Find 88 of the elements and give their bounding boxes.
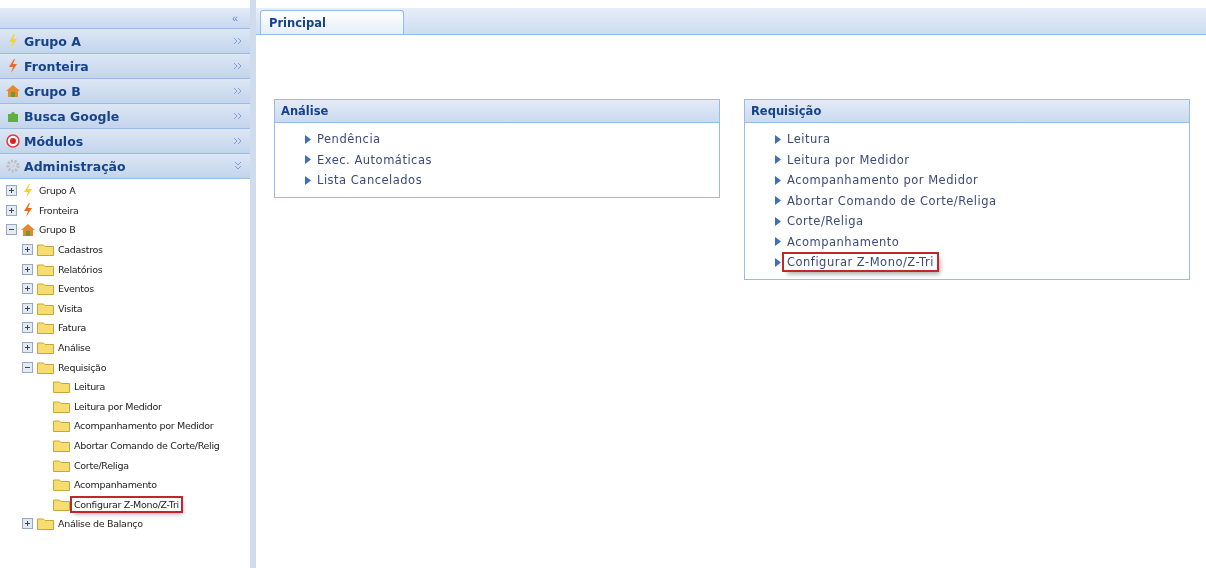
menu-link[interactable]: Pendência [314, 131, 384, 148]
lightning-icon [6, 59, 20, 73]
menu-link[interactable]: Leitura por Medidor [784, 151, 913, 168]
accordion-header[interactable]: Administração [0, 154, 250, 179]
expand-toggle-icon[interactable] [6, 185, 17, 197]
menu-link[interactable]: Exec. Automáticas [314, 151, 435, 168]
accordion-header[interactable]: Grupo A [0, 29, 250, 54]
house-icon [21, 223, 35, 237]
section-title: Fronteira [24, 58, 90, 74]
tree-item[interactable]: Análise [56, 341, 93, 355]
accordion-header[interactable]: Grupo B [0, 79, 250, 104]
expand-toggle-icon[interactable] [6, 204, 17, 216]
tree-item[interactable]: Análise de Balanço [56, 517, 145, 531]
puzzle-icon [6, 109, 20, 123]
accordion-header[interactable]: Fronteira [0, 54, 250, 79]
tree-item[interactable]: Leitura por Medidor [72, 399, 164, 413]
accordion-header[interactable]: Módulos [0, 129, 250, 154]
folder-icon [37, 321, 54, 335]
collapse-toggle-icon[interactable] [22, 361, 33, 373]
folder-icon [53, 399, 70, 413]
menu-link[interactable]: Lista Cancelados [314, 172, 426, 189]
lightning-icon [21, 203, 35, 218]
folder-icon [53, 458, 70, 472]
panel-title: Requisição [745, 100, 1189, 123]
tree-item[interactable]: Fatura [56, 321, 89, 335]
triangle-bullet-icon [775, 196, 781, 206]
section-title: Administração [24, 158, 127, 174]
accordion-header[interactable]: Busca Google [0, 104, 250, 129]
triangle-bullet-icon [305, 134, 311, 144]
folder-icon [53, 380, 70, 394]
folder-icon [37, 517, 54, 531]
expand-toggle-icon[interactable] [22, 244, 33, 256]
tree-item[interactable]: Fronteira [37, 203, 81, 217]
tree-item[interactable]: Visita [56, 301, 85, 315]
triangle-bullet-icon [305, 155, 311, 165]
expand-toggle-icon[interactable] [22, 302, 33, 314]
expand-toggle-icon[interactable] [22, 283, 33, 295]
triangle-bullet-icon [775, 175, 781, 185]
folder-icon [53, 439, 70, 452]
tree-item[interactable]: Configurar Z-Mono/Z-Tri [72, 497, 181, 511]
expand-toggle-icon[interactable] [22, 263, 33, 275]
tree-item[interactable]: Eventos [56, 282, 96, 296]
tree-item[interactable]: Grupo B [37, 223, 78, 237]
tree-item[interactable]: Acompanhamento por Medidor [72, 419, 216, 433]
folder-icon [37, 341, 54, 355]
tab[interactable]: Principal [260, 10, 404, 34]
triangle-bullet-icon [775, 257, 781, 267]
menu-link[interactable]: Corte/Religa [784, 213, 867, 230]
tree-item[interactable]: Relatórios [56, 262, 105, 276]
folder-icon [37, 301, 54, 315]
folder-icon [37, 360, 54, 374]
tree-item[interactable]: Cadastros [56, 243, 105, 257]
section-title: Grupo B [24, 83, 82, 99]
tree-item[interactable]: Abortar Comando de Corte/Relig [72, 439, 222, 452]
folder-icon [37, 243, 54, 257]
collapse-toggle-icon[interactable] [6, 224, 17, 236]
expand-toggle-icon[interactable] [22, 322, 33, 334]
folder-icon [53, 419, 70, 433]
tree-item[interactable]: Requisição [56, 360, 109, 374]
triangle-bullet-icon [305, 175, 311, 185]
tree-item[interactable]: Acompanhamento [72, 478, 159, 492]
menu-link[interactable]: Abortar Comando de Corte/Religa [784, 192, 1000, 209]
triangle-bullet-icon [775, 237, 781, 247]
lightning-icon [6, 34, 20, 48]
expand-toggle-icon[interactable] [22, 518, 33, 530]
folder-icon [37, 262, 54, 276]
menu-link[interactable]: Acompanhamento por Medidor [784, 172, 982, 189]
folder-icon [37, 282, 54, 296]
menu-link[interactable]: Leitura [784, 131, 834, 148]
section-title: Busca Google [24, 108, 121, 124]
panel-title: Análise [275, 100, 719, 123]
triangle-bullet-icon [775, 155, 781, 165]
section-title: Módulos [24, 133, 85, 149]
target-icon [6, 134, 20, 148]
menu-link[interactable]: Acompanhamento [784, 233, 903, 250]
triangle-bullet-icon [775, 216, 781, 226]
section-title: Grupo A [24, 33, 82, 49]
folder-icon [53, 497, 70, 511]
triangle-bullet-icon [775, 134, 781, 144]
gear-icon [6, 159, 20, 173]
expand-toggle-icon[interactable] [22, 342, 33, 354]
tree-item[interactable]: Leitura [72, 380, 107, 394]
house-icon [6, 84, 20, 98]
menu-link[interactable]: Configurar Z-Mono/Z-Tri [784, 254, 937, 271]
tree-item[interactable]: Grupo A [37, 184, 78, 198]
lightning-icon [21, 183, 35, 198]
folder-icon [53, 478, 70, 492]
tree-item[interactable]: Corte/Religa [72, 458, 131, 472]
